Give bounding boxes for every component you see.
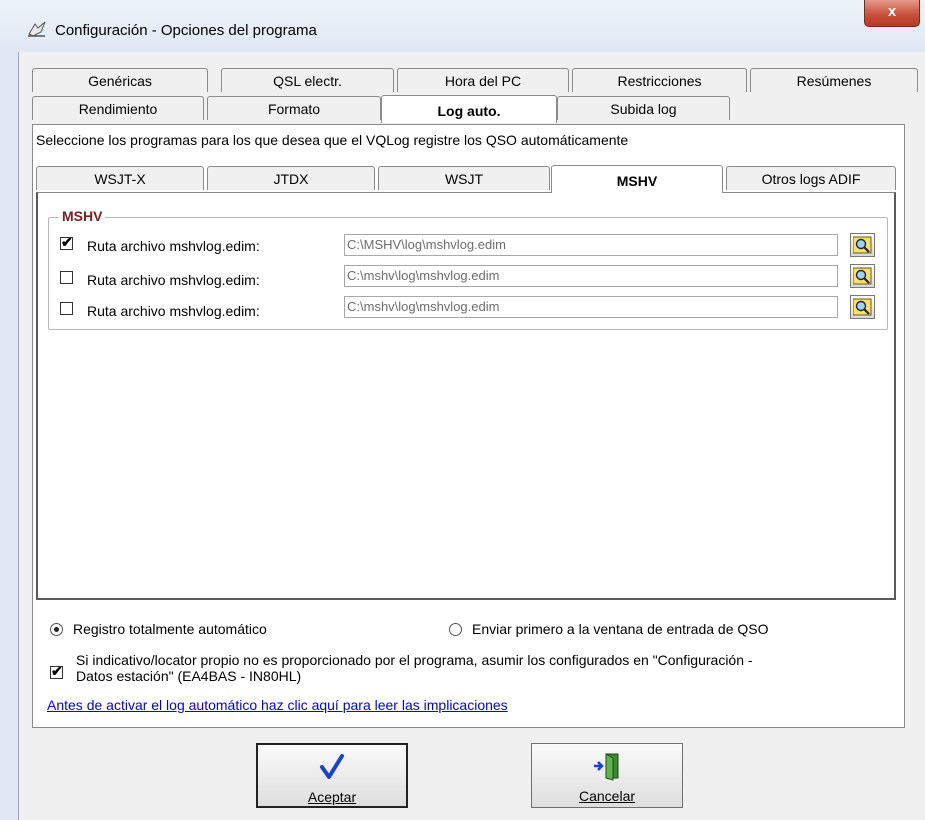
mshv-group-legend: MSHV: [59, 208, 106, 224]
path2-checkbox[interactable]: [60, 271, 73, 284]
config-window: Configuración - Opciones del programa x …: [0, 0, 925, 820]
subtab-label: JTDX: [273, 171, 309, 187]
path1-label: Ruta archivo mshvlog.edim:: [87, 238, 260, 254]
subtab-mshv[interactable]: MSHV: [551, 165, 723, 193]
tab-restricciones[interactable]: Restricciones: [572, 68, 747, 92]
tab-log-auto[interactable]: Log auto.: [381, 95, 557, 123]
subtab-label: WSJT: [444, 171, 484, 187]
window-title: Configuración - Opciones del programa: [55, 22, 317, 39]
path3-field[interactable]: C:\mshv\log\mshvlog.edim: [344, 296, 838, 318]
assume-station-line1: Si indicativo/locator propio no es propo…: [76, 652, 753, 668]
path2-label: Ruta archivo mshvlog.edim:: [87, 272, 260, 288]
radio-auto-label: Registro totalmente automático: [73, 621, 267, 637]
path1-browse-button[interactable]: [850, 233, 875, 257]
radio-manual-label: Enviar primero a la ventana de entrada d…: [472, 621, 769, 637]
cancel-label: Cancelar: [578, 788, 636, 804]
subtab-label: WSJT-X: [94, 171, 146, 187]
tab-qsl-electr[interactable]: QSL electr.: [221, 68, 394, 92]
tab-label: Genéricas: [88, 73, 152, 89]
search-folder-icon: [853, 298, 872, 316]
radio-auto[interactable]: [50, 623, 63, 636]
path2-field[interactable]: C:\mshv\log\mshvlog.edim: [344, 265, 838, 287]
subtab-label: MSHV: [616, 173, 658, 189]
subtab-wsjt-x[interactable]: WSJT-X: [36, 166, 204, 190]
check-icon: ✔: [51, 663, 63, 679]
exit-door-icon: [532, 752, 682, 785]
check-icon: ✔: [61, 234, 73, 250]
tab-formato[interactable]: Formato: [207, 96, 381, 120]
path1-checkbox[interactable]: ✔: [60, 234, 73, 250]
tab-resumenes[interactable]: Resúmenes: [750, 68, 918, 92]
tab-label: QSL electr.: [273, 73, 342, 89]
implications-link[interactable]: Antes de activar el log automático haz c…: [47, 697, 508, 713]
assume-station-label: Si indicativo/locator propio no es propo…: [76, 652, 753, 684]
tab-label: Resúmenes: [796, 73, 872, 89]
accept-button[interactable]: Aceptar: [256, 743, 408, 808]
tab-label: Formato: [267, 101, 321, 117]
tab-label: Hora del PC: [444, 73, 522, 89]
path1-field[interactable]: C:\MSHV\log\mshvlog.edim: [344, 234, 838, 256]
path2-browse-button[interactable]: [850, 264, 875, 288]
check-icon: [258, 753, 406, 784]
tab-label: Rendimiento: [78, 101, 158, 117]
tab-rendimiento[interactable]: Rendimiento: [32, 96, 204, 120]
path3-checkbox[interactable]: [60, 302, 73, 315]
tab-label: Log auto.: [437, 103, 501, 119]
subtab-jtdx[interactable]: JTDX: [207, 166, 375, 190]
instruction-text: Seleccione los programas para los que de…: [36, 132, 629, 148]
tab-label: Restricciones: [617, 73, 702, 89]
tab-hora-del-pc[interactable]: Hora del PC: [397, 68, 569, 92]
subtab-otros-logs-adif[interactable]: Otros logs ADIF: [726, 166, 896, 190]
app-icon: [28, 21, 46, 37]
tab-genericas[interactable]: Genéricas: [32, 68, 208, 92]
subtab-label: Otros logs ADIF: [761, 171, 861, 187]
radio-selected-dot: [54, 627, 59, 632]
window-frame-left: [0, 52, 19, 820]
accept-label: Aceptar: [307, 789, 357, 805]
close-button[interactable]: x: [864, 0, 920, 27]
search-folder-icon: [853, 236, 872, 254]
assume-station-line2: Datos estación" (EA4BAS - IN80HL): [76, 668, 302, 684]
tab-label: Subida log: [610, 101, 677, 117]
search-folder-icon: [853, 267, 872, 285]
subtab-wsjt[interactable]: WSJT: [378, 166, 550, 190]
tab-subida-log[interactable]: Subida log: [557, 96, 730, 120]
assume-station-checkbox[interactable]: ✔: [50, 663, 63, 679]
path3-browse-button[interactable]: [850, 295, 875, 319]
title-bar: Configuración - Opciones del programa x: [0, 0, 925, 52]
path3-label: Ruta archivo mshvlog.edim:: [87, 303, 260, 319]
radio-manual[interactable]: [449, 623, 462, 636]
cancel-button[interactable]: Cancelar: [531, 743, 683, 808]
